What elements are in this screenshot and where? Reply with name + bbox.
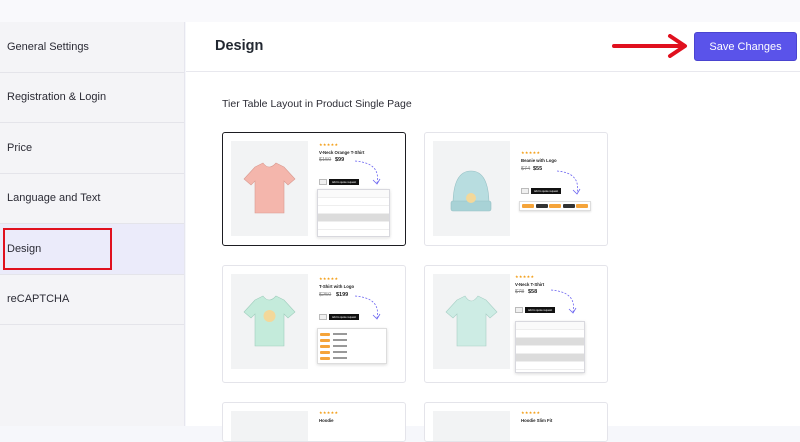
sidebar-item-language-text[interactable]: Language and Text [0, 174, 184, 224]
new-price: $99 [335, 157, 345, 163]
sidebar-item-price[interactable]: Price [0, 123, 184, 174]
old-price: $74 [521, 166, 531, 172]
product-image [433, 274, 510, 369]
sidebar-item-registration-login[interactable]: Registration & Login [0, 73, 184, 123]
tier-table-preview [317, 189, 390, 238]
tier-list-preview [317, 328, 387, 364]
quantity-box [319, 314, 327, 320]
rating-stars: ★★★★★ [515, 274, 535, 279]
product-image [231, 411, 308, 441]
page-header: Design Save Changes [186, 22, 800, 72]
main-panel: Design Save Changes Tier Table Layout in… [186, 22, 800, 442]
old-price: $78 [515, 289, 525, 295]
new-price: $58 [528, 289, 538, 295]
product-title: V-Neck T-Shirt [515, 282, 545, 287]
layout-option-card[interactable]: ★★★★★ Beanie with Logo $74 $55 Add to qu… [424, 132, 608, 246]
layout-option-card[interactable]: ★★★★★ V-Neck Orange T-Shirt $150 $99 Add… [222, 132, 406, 246]
product-image [433, 141, 510, 236]
layout-option-card[interactable]: ★★★★★ Hoodie Slim Fit [424, 402, 608, 442]
product-title: Hoodie [319, 418, 334, 423]
rating-stars: ★★★★★ [319, 410, 339, 415]
sidebar-item-label: General Settings [7, 40, 89, 53]
rating-stars: ★★★★★ [521, 410, 541, 415]
settings-sidebar: General Settings Registration & Login Pr… [0, 22, 185, 426]
tshirt-icon [445, 295, 498, 347]
section-title: Tier Table Layout in Product Single Page [222, 98, 412, 110]
sidebar-item-recaptcha[interactable]: reCAPTCHA [0, 275, 184, 325]
sidebar-item-label: reCAPTCHA [7, 293, 70, 306]
layout-option-card[interactable]: ★★★★★ Hoodie [222, 402, 406, 442]
tshirt-icon [243, 162, 296, 214]
dashed-arrow-icon [550, 289, 577, 314]
product-title: Hoodie Slim Fit [521, 418, 553, 423]
dashed-arrow-icon [354, 160, 381, 185]
product-image [231, 274, 308, 369]
save-changes-button[interactable]: Save Changes [694, 32, 797, 61]
product-image [231, 141, 308, 236]
page-title: Design [215, 38, 264, 54]
sidebar-item-label: Language and Text [7, 192, 101, 205]
rating-stars: ★★★★★ [319, 276, 339, 281]
quantity-box [521, 188, 529, 194]
annotation-highlight-box [3, 228, 112, 270]
sidebar-item-design[interactable]: Design [0, 224, 184, 275]
sidebar-item-general-settings[interactable]: General Settings [0, 22, 184, 73]
tier-table-preview [515, 321, 585, 373]
old-price: $150 [319, 157, 332, 163]
product-image [433, 411, 510, 441]
layout-option-card[interactable]: ★★★★★ T-Shirt with Logo $250 $199 Add to… [222, 265, 406, 383]
dashed-arrow-icon [354, 295, 381, 320]
top-strip [0, 0, 800, 22]
product-title: V-Neck Orange T-Shirt [319, 150, 365, 155]
dashed-arrow-icon [556, 170, 581, 195]
beanie-icon [450, 170, 492, 212]
rating-stars: ★★★★★ [521, 150, 541, 155]
product-title: T-Shirt with Logo [319, 284, 355, 289]
sidebar-item-label: Price [7, 141, 33, 154]
tier-chips-preview [519, 201, 591, 211]
rating-stars: ★★★★★ [319, 142, 339, 147]
quantity-box [515, 307, 523, 313]
product-title: Beanie with Logo [521, 158, 557, 163]
new-price: $55 [533, 166, 543, 172]
old-price: $250 [319, 292, 332, 298]
tshirt-icon [243, 295, 296, 347]
sidebar-item-label: Registration & Login [7, 91, 107, 104]
annotation-arrow-icon [612, 34, 687, 58]
layout-option-card[interactable]: ★★★★★ V-Neck T-Shirt $78 $58 Add to quot… [424, 265, 608, 383]
quantity-box [319, 179, 327, 185]
new-price: $199 [336, 292, 349, 298]
